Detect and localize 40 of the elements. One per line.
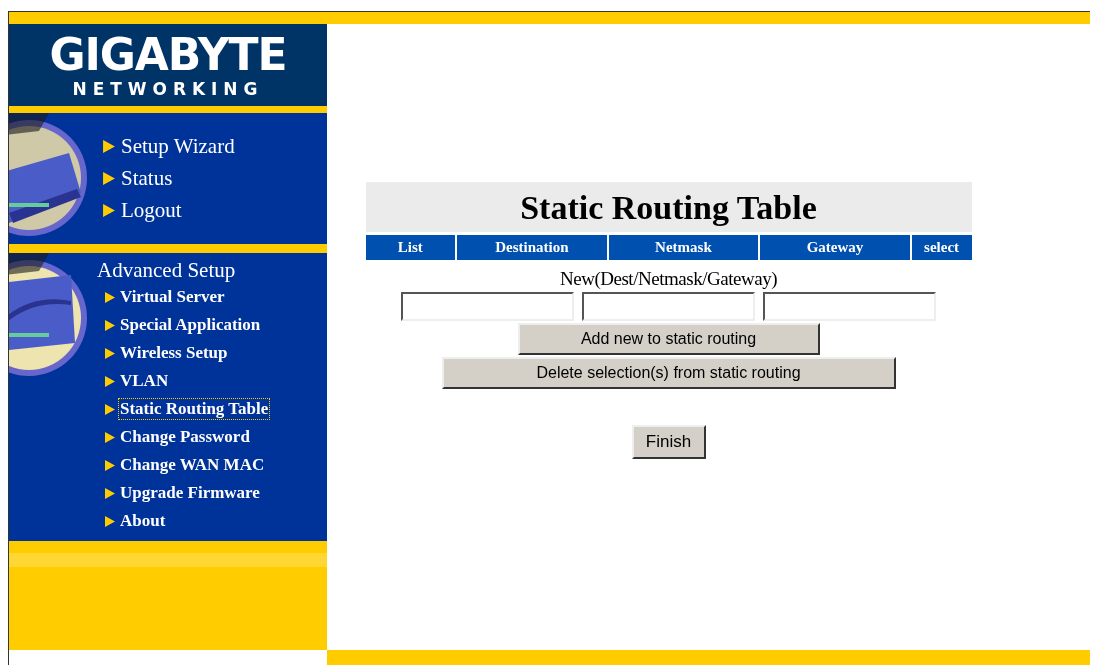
nav-link[interactable]: Special Application: [119, 315, 262, 335]
nav-link[interactable]: Static Routing Table: [119, 399, 270, 419]
logo-brand: GIGABYTE: [49, 32, 287, 77]
menu-link[interactable]: Setup Wizard: [121, 133, 235, 159]
arrow-icon: [105, 291, 115, 303]
menu-link[interactable]: Logout: [121, 197, 182, 223]
nav-link[interactable]: About: [119, 511, 167, 531]
arrow-icon: [105, 319, 115, 331]
nav-link[interactable]: Wireless Setup: [119, 343, 229, 363]
arrow-icon: [103, 203, 115, 217]
menu-link[interactable]: Status: [121, 165, 173, 191]
column-header: Netmask: [608, 235, 759, 260]
input-field[interactable]: [582, 292, 755, 321]
arrow-icon: [103, 171, 115, 185]
delete-button[interactable]: Delete selection(s) from static routing: [441, 357, 896, 389]
new-route-label: New(Dest/Netmask/Gateway): [559, 268, 778, 290]
input-field[interactable]: [763, 292, 936, 321]
arrow-icon: [105, 459, 115, 471]
column-header: Gateway: [760, 235, 910, 260]
column-header: List: [365, 235, 456, 260]
section-heading: Advanced Setup: [97, 257, 237, 283]
page-title: Static Routing Table: [520, 187, 817, 228]
arrow-icon: [105, 431, 115, 443]
add-button[interactable]: Add new to static routing: [517, 323, 820, 355]
arrow-icon: [103, 139, 115, 153]
arrow-icon: [105, 487, 115, 499]
nav-link[interactable]: Upgrade Firmware: [119, 483, 261, 503]
arrow-icon: [105, 347, 115, 359]
arrow-icon: [105, 375, 115, 387]
logo-subtitle: NETWORKING: [72, 80, 264, 98]
column-header: select: [911, 235, 972, 260]
input-field[interactable]: [401, 292, 574, 321]
nav-link[interactable]: Virtual Server: [119, 287, 226, 307]
arrow-icon: [105, 515, 115, 527]
arrow-icon: [105, 403, 115, 415]
column-header: Destination: [457, 235, 607, 260]
nav-link[interactable]: VLAN: [119, 371, 170, 391]
nav-link[interactable]: Change Password: [119, 427, 251, 447]
nav-link[interactable]: Change WAN MAC: [119, 455, 266, 475]
finish-button[interactable]: Finish: [631, 425, 706, 459]
